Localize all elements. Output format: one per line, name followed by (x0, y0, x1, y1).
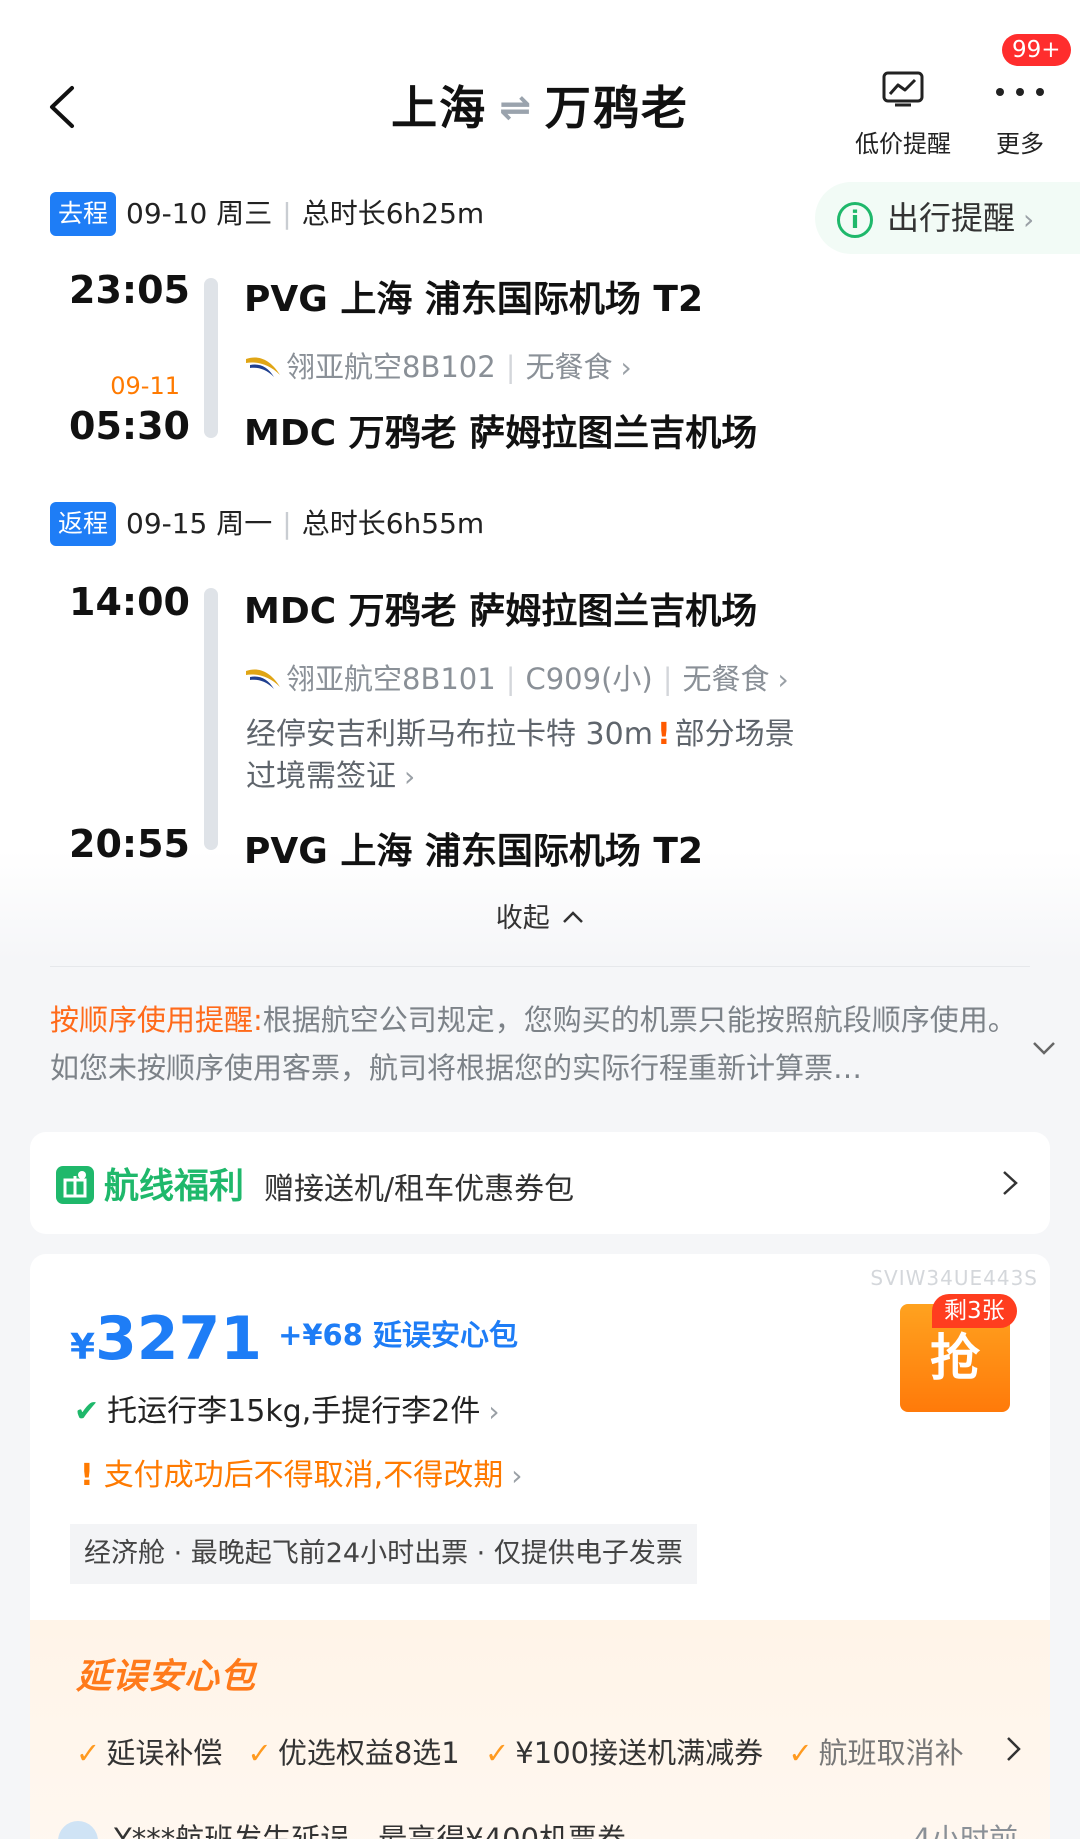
cancel-policy-text: 支付成功后不得取消,不得改期 (103, 1458, 504, 1493)
chevron-right-icon: › (777, 663, 789, 696)
inbound-flight-number: 翎亚航空8B101 (286, 662, 496, 696)
more-dots-icon (996, 88, 1044, 96)
avatar (58, 1821, 98, 1839)
inbound-dep-airport: MDC 万鸦老 萨姆拉图兰吉机场 (244, 591, 758, 632)
chevron-down-icon[interactable] (1030, 1034, 1058, 1062)
outbound-timeline (204, 278, 218, 438)
outbound-dep-time: 23:05 (69, 268, 190, 312)
stopover-text: 经停安吉利斯马布拉卡特 30m (246, 717, 653, 752)
benefit-desc: 赠接送机/租车优惠券包 (264, 1172, 575, 1207)
check-icon: ✓ (76, 1736, 101, 1770)
delay-item: ✓ 延误补偿 (76, 1736, 223, 1770)
swap-icon: ⇌ (499, 85, 533, 129)
notification-badge: 99+ (1002, 34, 1071, 66)
delay-item: ✓ 航班取消补 (788, 1736, 964, 1770)
outbound-flight-info[interactable]: 翎亚航空8B102 | 无餐食 › (244, 344, 632, 386)
ticker-time: 4小时前 (912, 1822, 1018, 1839)
check-icon: ✓ (788, 1736, 813, 1770)
inbound-dep-time: 14:00 (69, 580, 190, 624)
travel-reminder-button[interactable]: i 出行提醒 › (815, 182, 1080, 254)
collapse-button[interactable]: 收起 (0, 896, 1080, 935)
remaining-tickets-badge: 剩3张 (932, 1294, 1017, 1328)
more-label: 更多 (996, 130, 1044, 158)
delay-item: ✓ 优选权益8选1 (247, 1736, 460, 1770)
chart-alert-icon (882, 71, 924, 107)
outbound-dep-airport: PVG 上海 浦东国际机场 T2 (244, 279, 704, 320)
delay-package-title: 延误安心包 (76, 1657, 257, 1697)
check-icon: ✓ (484, 1736, 510, 1770)
delay-package-section[interactable]: 延误安心包 ✓ 延误补偿 ✓ 优选权益8选1 ✓ ¥100接送机满减券 ✓ 航班取消补 … (30, 1620, 1050, 1839)
outbound-duration: 总时长6h25m (301, 197, 485, 230)
gift-icon (56, 1166, 94, 1204)
outbound-meal: 无餐食 (525, 350, 613, 384)
inbound-date: 09-15 周一 (126, 507, 273, 540)
warning-icon: ! (656, 717, 671, 752)
cabin-info: 经济舱 · 最晚起飞前24小时出票 · 仅提供电子发票 (70, 1524, 697, 1584)
airline-logo-icon (246, 669, 280, 689)
more-button[interactable]: 更多 (975, 70, 1065, 159)
origin-city: 上海 (391, 81, 488, 135)
inbound-flight-info[interactable]: 翎亚航空8B101 | C909(小) | 无餐食 › (244, 656, 789, 698)
chevron-right-icon: › (488, 1395, 500, 1428)
stopover-info[interactable]: 经停安吉利斯马布拉卡特 30m! 部分场景过境需签证 › (246, 714, 806, 798)
chevron-right-icon: › (511, 1459, 523, 1492)
outbound-arr-time: 05:30 (69, 404, 190, 448)
outbound-arr-airport: MDC 万鸦老 萨姆拉图兰吉机场 (244, 413, 758, 454)
price-offer-card[interactable]: SVIW34UE443S ¥3271 +¥68 延误安心包 抢 剩3张 ✔ 托运行李… (30, 1254, 1050, 1839)
info-icon: i (837, 202, 873, 238)
segment-order-notice[interactable]: 按顺序使用提醒:根据航空公司规定，您购买的机票只能按照航段顺序使用。如您未按顺序… (50, 996, 1020, 1092)
offer-price: ¥3271 +¥68 延误安心包 (70, 1304, 518, 1374)
page: 上海 ⇌ 万鸦老 低价提醒 更多 99+ 去程 09-10 周三 | 总时长6h25m … (0, 0, 1080, 1839)
price-value: 3271 (95, 1304, 263, 1374)
outbound-info: 09-10 周三 | 总时长6h25m (126, 197, 485, 230)
inbound-aircraft: C909(小) (525, 662, 653, 696)
chevron-right-icon (1003, 1171, 1018, 1195)
delay-item: ✓ ¥100接送机满减券 (484, 1736, 764, 1770)
delay-package-addon: +¥68 延误安心包 (278, 1318, 518, 1352)
check-icon: ✔ (74, 1394, 100, 1429)
inbound-tag: 返程 (50, 502, 116, 546)
route-benefit-card[interactable]: 航线福利 赠接送机/租车优惠券包 (30, 1132, 1050, 1234)
airline-logo-icon (246, 357, 280, 377)
cancel-policy[interactable]: ! 支付成功后不得取消,不得改期 › (74, 1450, 522, 1494)
chevron-right-icon: › (620, 351, 632, 384)
travel-reminder-label: 出行提醒 (887, 199, 1016, 237)
chevron-up-icon (563, 911, 584, 923)
baggage-info[interactable]: ✔ 托运行李15kg,手提行李2件 › (74, 1386, 500, 1430)
delay-ticker: Y***航班发生延误，最高得¥400机票券 4小时前 (58, 1816, 1038, 1839)
baggage-text: 托运行李15kg,手提行李2件 (107, 1394, 481, 1429)
outbound-tag: 去程 (50, 192, 116, 236)
currency-symbol: ¥ (70, 1327, 96, 1368)
inbound-duration: 总时长6h55m (301, 507, 485, 540)
destination-city: 万鸦老 (544, 81, 689, 135)
price-alert-button[interactable]: 低价提醒 (848, 70, 958, 159)
chevron-right-icon: › (1023, 203, 1035, 236)
benefit-title: 航线福利 (104, 1167, 245, 1207)
offer-code: SVIW34UE443S (870, 1266, 1038, 1290)
inbound-timeline (204, 588, 218, 850)
inbound-info: 09-15 周一 | 总时长6h55m (126, 507, 485, 540)
collapse-label: 收起 (495, 903, 550, 934)
chevron-right-icon[interactable] (1002, 1734, 1024, 1764)
outbound-flight-number: 翎亚航空8B102 (286, 350, 496, 384)
outbound-next-day: 09-11 (110, 372, 180, 400)
price-alert-label: 低价提醒 (855, 130, 951, 158)
inbound-meal: 无餐食 (682, 662, 770, 696)
notice-highlight: 按顺序使用提醒: (50, 1003, 263, 1037)
ticker-text: Y***航班发生延误，最高得¥400机票券 (114, 1822, 627, 1839)
chevron-right-icon: › (404, 760, 416, 793)
check-icon: ✓ (247, 1736, 272, 1770)
inbound-arr-airport: PVG 上海 浦东国际机场 T2 (244, 831, 704, 872)
outbound-date: 09-10 周三 (126, 197, 273, 230)
divider (50, 966, 1030, 967)
inbound-arr-time: 20:55 (69, 822, 190, 866)
warning-icon: ! (80, 1458, 94, 1493)
delay-package-items: ✓ 延误补偿 ✓ 优选权益8选1 ✓ ¥100接送机满减券 ✓ 航班取消补 (76, 1730, 980, 1772)
